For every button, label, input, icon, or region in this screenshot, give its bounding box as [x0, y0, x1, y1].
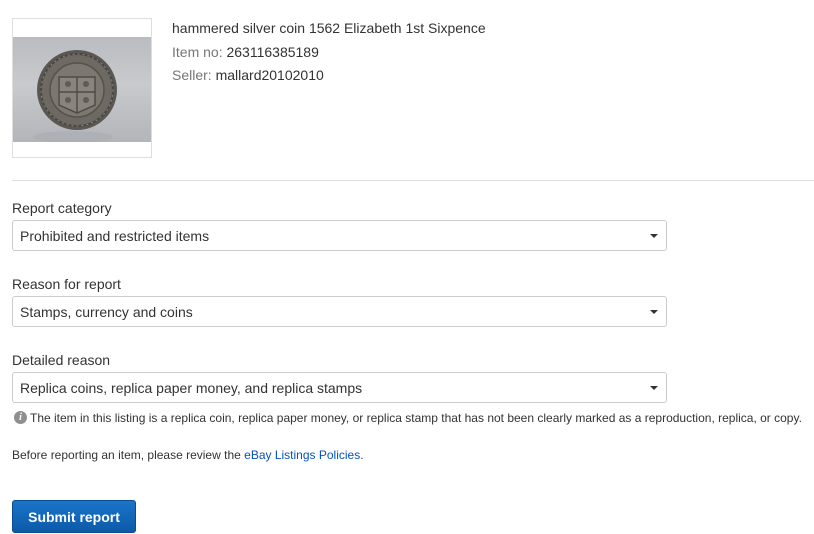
chevron-down-icon	[650, 386, 658, 390]
detailed-reason-info-text: The item in this listing is a replica co…	[30, 410, 802, 425]
reason-label: Reason for report	[12, 276, 121, 292]
seller-value: mallard20102010	[215, 67, 324, 83]
report-category-select[interactable]: Prohibited and restricted items	[12, 220, 667, 251]
detailed-reason-select[interactable]: Replica coins, replica paper money, and …	[12, 372, 667, 403]
chevron-down-icon	[650, 310, 658, 314]
item-number-value: 263116385189	[226, 44, 319, 60]
seller-label: Seller:	[172, 67, 212, 83]
reason-select[interactable]: Stamps, currency and coins	[12, 296, 667, 327]
report-category-value: Prohibited and restricted items	[20, 228, 210, 244]
item-title[interactable]: hammered silver coin 1562 Elizabeth 1st …	[172, 20, 486, 36]
chevron-down-icon	[650, 234, 658, 238]
policy-note: Before reporting an item, please review …	[12, 448, 364, 462]
item-number-label: Item no:	[172, 44, 223, 60]
info-icon: i	[14, 411, 27, 425]
report-item-page: hammered silver coin 1562 Elizabeth 1st …	[0, 0, 814, 534]
coin-photo	[13, 37, 151, 142]
policy-note-period: .	[360, 448, 364, 462]
listings-policies-link[interactable]: eBay Listings Policies	[244, 448, 360, 462]
section-divider	[12, 180, 814, 181]
item-thumbnail[interactable]	[12, 18, 152, 158]
detailed-reason-value: Replica coins, replica paper money, and …	[20, 380, 363, 396]
item-number-line: Item no: 263116385189	[172, 44, 319, 60]
detailed-reason-label: Detailed reason	[12, 352, 111, 368]
policy-note-text: Before reporting an item, please review …	[12, 448, 241, 462]
submit-report-button[interactable]: Submit report	[12, 500, 136, 533]
seller-line: Seller: mallard20102010	[172, 67, 324, 83]
reason-value: Stamps, currency and coins	[20, 304, 193, 320]
detailed-reason-info: i The item in this listing is a replica c…	[14, 409, 802, 425]
report-category-label: Report category	[12, 200, 112, 216]
